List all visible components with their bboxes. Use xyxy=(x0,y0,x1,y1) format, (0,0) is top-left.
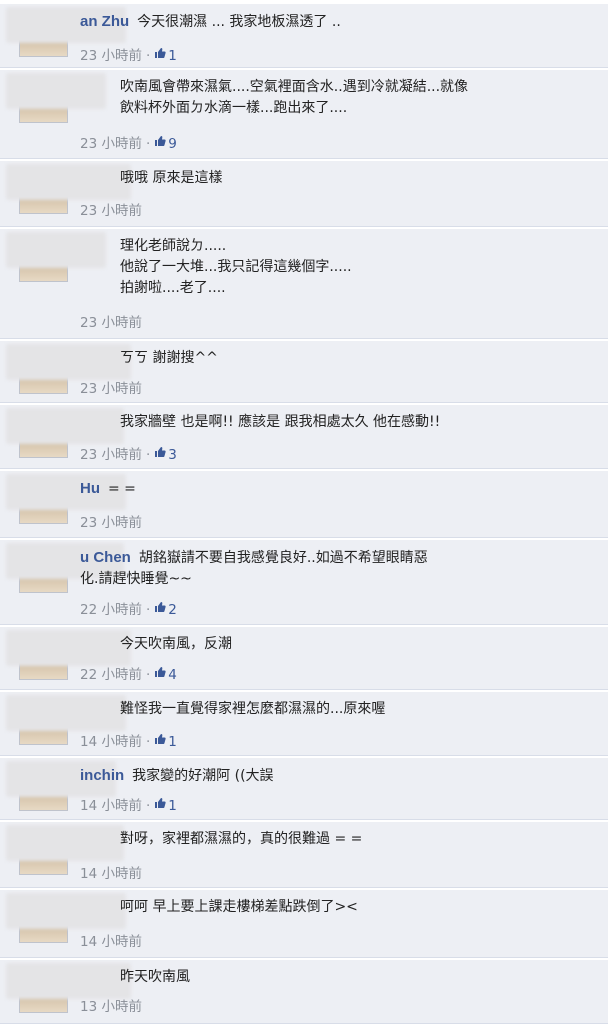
comment-text: 今天很潮濕 ... 我家地板濕透了 .. xyxy=(137,14,341,30)
comment-meta: 14 小時前 · 1 xyxy=(80,730,177,750)
like-icon[interactable] xyxy=(154,733,166,748)
comment-meta: 14 小時前 · 1 xyxy=(80,794,177,814)
timestamp[interactable]: 23 小時前 xyxy=(80,315,142,331)
comment-body: 對呀，家裡都濕濕的，真的很難過 = = xyxy=(80,829,590,850)
separator-dot: · xyxy=(145,798,151,814)
commenter-name[interactable]: Hu xyxy=(80,480,100,497)
separator-dot: · xyxy=(145,447,151,463)
like-icon[interactable] xyxy=(154,666,166,681)
comment-body: 我家牆壁 也是啊!! 應該是 跟我相處太久 他在感動!! xyxy=(80,412,590,433)
comment-item: an Zhu 今天很潮濕 ... 我家地板濕透了 .. 23 小時前 · 1 xyxy=(0,4,608,68)
comment-meta: 23 小時前 xyxy=(80,511,142,531)
comment-text: 昨天吹南風 xyxy=(120,969,190,985)
timestamp[interactable]: 14 小時前 xyxy=(80,934,142,950)
comment-meta: 22 小時前 · 2 xyxy=(80,598,177,618)
comment-body: 理化老師說ㄉ..... 他說了一大堆...我只記得這幾個字..... 拍謝啦..… xyxy=(80,236,590,299)
separator-dot: · xyxy=(145,48,151,64)
timestamp[interactable]: 23 小時前 xyxy=(80,48,142,64)
like-icon[interactable] xyxy=(154,47,166,62)
timestamp[interactable]: 14 小時前 xyxy=(80,866,142,882)
commenter-name[interactable]: inchin xyxy=(80,767,124,784)
comment-text: = = xyxy=(108,481,136,497)
timestamp[interactable]: 14 小時前 xyxy=(80,798,142,814)
comment-text: 理化老師說ㄉ..... 他說了一大堆...我只記得這幾個字..... 拍謝啦..… xyxy=(120,238,352,296)
comment-text: 哦哦 原來是這樣 xyxy=(120,170,223,186)
comment-meta: 23 小時前 xyxy=(80,311,142,331)
comment-item: 難怪我一直覺得家裡怎麼都濕濕的...原來喔 14 小時前 · 1 xyxy=(0,692,608,756)
comment-meta: 23 小時前 · 1 xyxy=(80,44,177,64)
comment-text: 今天吹南風，反潮 xyxy=(120,636,232,652)
timestamp[interactable]: 23 小時前 xyxy=(80,136,142,152)
comment-item: 哦哦 原來是這樣 23 小時前 xyxy=(0,161,608,227)
like-count[interactable]: 4 xyxy=(168,667,177,683)
timestamp[interactable]: 23 小時前 xyxy=(80,203,142,219)
like-count[interactable]: 1 xyxy=(168,798,177,814)
comment-text: 難怪我一直覺得家裡怎麼都濕濕的...原來喔 xyxy=(120,701,386,717)
timestamp[interactable]: 23 小時前 xyxy=(80,381,142,397)
comment-text: ㄎㄎ 謝謝搜^^ xyxy=(120,350,218,366)
comment-item: 對呀，家裡都濕濕的，真的很難過 = = 14 小時前 xyxy=(0,822,608,888)
like-count[interactable]: 1 xyxy=(168,734,177,750)
comment-item: 呵呵 早上要上課走樓梯差點跌倒了>< 14 小時前 xyxy=(0,890,608,958)
comment-meta: 23 小時前 · 9 xyxy=(80,132,177,152)
separator-dot: · xyxy=(145,602,151,618)
comment-body: 呵呵 早上要上課走樓梯差點跌倒了>< xyxy=(80,897,590,918)
like-icon[interactable] xyxy=(154,135,166,150)
comment-item: 昨天吹南風 13 小時前 xyxy=(0,960,608,1024)
like-count[interactable]: 1 xyxy=(168,48,177,64)
comment-item: ㄎㄎ 謝謝搜^^ 23 小時前 xyxy=(0,341,608,403)
like-icon[interactable] xyxy=(154,601,166,616)
separator-dot: · xyxy=(145,667,151,683)
comment-meta: 23 小時前 xyxy=(80,377,142,397)
like-count[interactable]: 3 xyxy=(168,447,177,463)
comment-body: inchin 我家變的好潮阿 ((大誤 xyxy=(80,765,590,787)
commenter-name[interactable]: u Chen xyxy=(80,549,131,566)
comment-text: 胡銘嶽請不要自我感覺良好..如過不希望眼睛惡 化.請趕快睡覺~~ xyxy=(80,550,428,587)
comment-text: 吹南風會帶來濕氣....空氣裡面含水..遇到冷就凝結...就像 飲料杯外面ㄉ水滴… xyxy=(120,79,469,116)
separator-dot: · xyxy=(145,136,151,152)
separator-dot: · xyxy=(145,734,151,750)
comment-meta: 14 小時前 xyxy=(80,930,142,950)
timestamp[interactable]: 13 小時前 xyxy=(80,999,142,1015)
timestamp[interactable]: 22 小時前 xyxy=(80,602,142,618)
like-icon[interactable] xyxy=(154,797,166,812)
comment-text: 呵呵 早上要上課走樓梯差點跌倒了>< xyxy=(120,899,358,915)
comment-body: u Chen 胡銘嶽請不要自我感覺良好..如過不希望眼睛惡 化.請趕快睡覺~~ xyxy=(80,547,590,590)
comment-text: 我家牆壁 也是啊!! 應該是 跟我相處太久 他在感動!! xyxy=(120,414,441,430)
comment-meta: 22 小時前 · 4 xyxy=(80,663,177,683)
comment-body: 難怪我一直覺得家裡怎麼都濕濕的...原來喔 xyxy=(80,699,590,720)
comment-item: 我家牆壁 也是啊!! 應該是 跟我相處太久 他在感動!! 23 小時前 · 3 xyxy=(0,405,608,469)
comment-item: Hu = = 23 小時前 xyxy=(0,471,608,538)
timestamp[interactable]: 23 小時前 xyxy=(80,515,142,531)
timestamp[interactable]: 14 小時前 xyxy=(80,734,142,750)
like-icon[interactable] xyxy=(154,446,166,461)
comment-body: 今天吹南風，反潮 xyxy=(80,634,590,655)
like-count[interactable]: 9 xyxy=(168,136,177,152)
timestamp[interactable]: 22 小時前 xyxy=(80,667,142,683)
comment-meta: 23 小時前 xyxy=(80,199,142,219)
comment-list: an Zhu 今天很潮濕 ... 我家地板濕透了 .. 23 小時前 · 1 吹南風會帶來… xyxy=(0,0,616,1024)
comment-item: 吹南風會帶來濕氣....空氣裡面含水..遇到冷就凝結...就像 飲料杯外面ㄉ水滴… xyxy=(0,70,608,159)
comment-text: 對呀，家裡都濕濕的，真的很難過 = = xyxy=(120,831,363,847)
comment-body: ㄎㄎ 謝謝搜^^ xyxy=(80,348,590,369)
comment-body: 昨天吹南風 xyxy=(80,967,590,988)
timestamp[interactable]: 23 小時前 xyxy=(80,447,142,463)
comment-item: 今天吹南風，反潮 22 小時前 · 4 xyxy=(0,627,608,690)
comment-item: inchin 我家變的好潮阿 ((大誤 14 小時前 · 1 xyxy=(0,758,608,820)
comment-meta: 13 小時前 xyxy=(80,995,142,1015)
comment-body: 哦哦 原來是這樣 xyxy=(80,168,590,189)
comment-meta: 14 小時前 xyxy=(80,862,142,882)
comment-item: 理化老師說ㄉ..... 他說了一大堆...我只記得這幾個字..... 拍謝啦..… xyxy=(0,229,608,339)
comment-body: 吹南風會帶來濕氣....空氣裡面含水..遇到冷就凝結...就像 飲料杯外面ㄉ水滴… xyxy=(80,77,590,119)
comment-body: an Zhu 今天很潮濕 ... 我家地板濕透了 .. xyxy=(80,11,590,33)
commenter-name[interactable]: an Zhu xyxy=(80,13,129,30)
like-count[interactable]: 2 xyxy=(168,602,177,618)
comment-item: u Chen 胡銘嶽請不要自我感覺良好..如過不希望眼睛惡 化.請趕快睡覺~~ 22… xyxy=(0,540,608,625)
comment-meta: 23 小時前 · 3 xyxy=(80,443,177,463)
comment-text: 我家變的好潮阿 ((大誤 xyxy=(132,768,274,784)
comment-body: Hu = = xyxy=(80,478,590,500)
